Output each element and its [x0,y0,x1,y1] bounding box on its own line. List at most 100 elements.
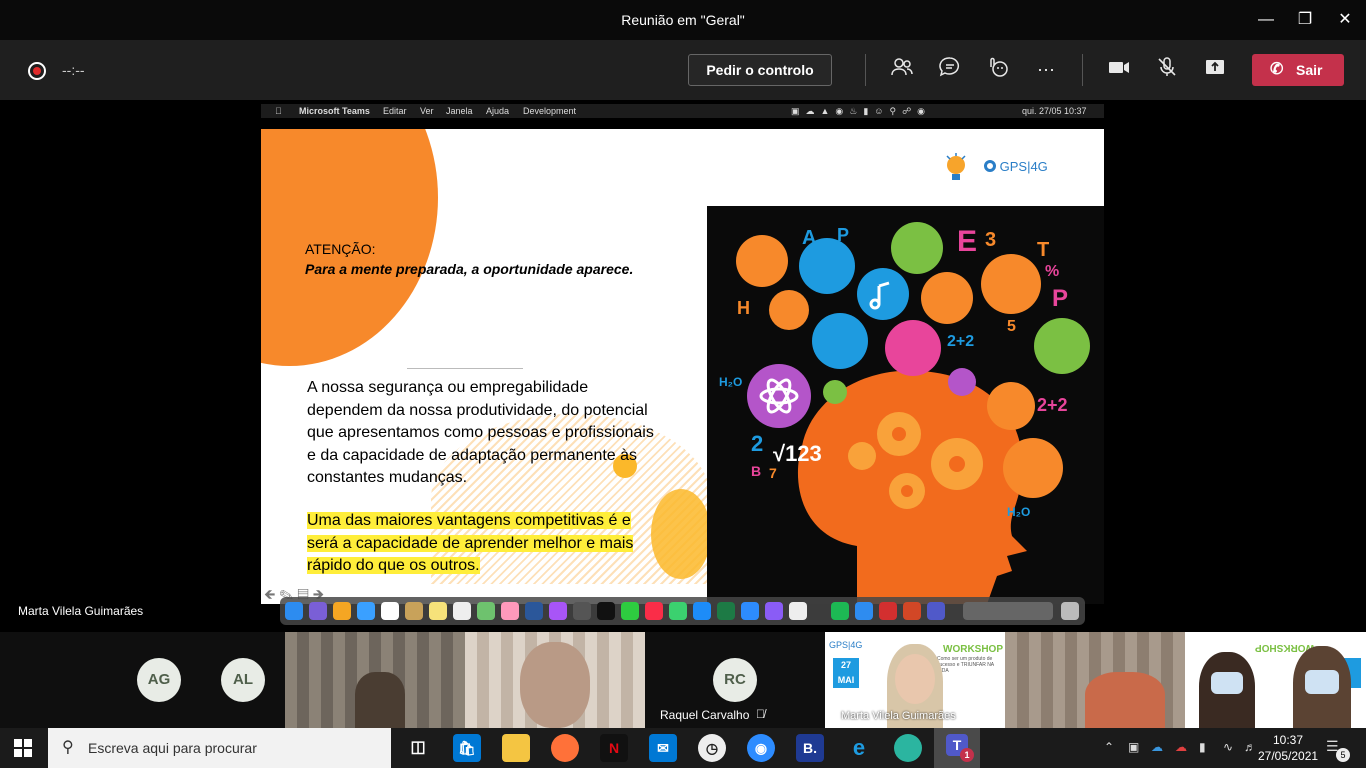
safari-icon[interactable] [855,602,873,620]
svg-text:P: P [1052,285,1068,312]
windows-start-icon[interactable] [14,739,32,757]
onedrive-icon[interactable]: ☁ [1151,740,1163,754]
music-icon[interactable] [645,602,663,620]
facetime-icon[interactable] [621,602,639,620]
teams-badge: 1 [960,748,974,762]
finder-icon[interactable] [285,602,303,620]
restore-icon[interactable]: ❐ [1292,8,1318,32]
wifi-icon[interactable]: ∿ [1223,740,1233,754]
leave-label: Sair [1296,62,1323,78]
presentation-slide: GPS|4G ATENÇÃO: Para a mente preparada, … [261,129,1104,604]
request-control-button[interactable]: Pedir o controlo [688,54,832,86]
launchpad-icon[interactable] [333,602,351,620]
zoom-icon[interactable]: ◉ [747,734,775,762]
minimize-icon[interactable]: — [1253,8,1279,32]
mac-menu-item[interactable]: Microsoft Teams [299,104,370,118]
system-icon[interactable] [573,602,591,620]
svg-text:P: P [837,225,849,245]
chat-icon[interactable] [936,56,964,84]
messages-icon[interactable] [669,602,687,620]
search-icon: ⚲ [62,739,74,756]
minimized-windows[interactable] [963,602,1053,620]
teams-taskbar-button[interactable]: T 1 [934,728,980,768]
siri-icon[interactable] [309,602,327,620]
app-store-icon[interactable] [693,602,711,620]
close-icon[interactable]: ✕ [1332,8,1358,32]
share-tray-icon[interactable] [1201,56,1229,84]
svg-text:H₂O: H₂O [1007,505,1030,519]
windows-taskbar: ⚲ Escreva aqui para procurar ◫ 🛍 N ✉ ◷ ◉… [0,728,1366,768]
participant-video-tile[interactable] [1005,632,1185,728]
notes-icon[interactable] [429,602,447,620]
edge-icon[interactable] [894,734,922,762]
clock-date: 27/05/2021 [1258,749,1319,763]
show-hidden-icons-icon[interactable]: ⌃ [1104,740,1114,754]
participant-video-tile[interactable] [465,632,645,728]
more-options-icon[interactable]: ⋯ [1032,56,1060,84]
excel-icon[interactable] [717,602,735,620]
b-app-icon[interactable]: B. [796,734,824,762]
svg-text:T: T [1037,239,1049,261]
apple-tv-icon[interactable] [597,602,615,620]
photos-icon[interactable] [501,602,519,620]
participant-video-tile[interactable] [285,632,465,728]
task-view-icon[interactable]: ◫ [404,734,432,762]
netflix-icon[interactable]: N [600,734,628,762]
reminders-icon[interactable] [453,602,471,620]
maps-icon[interactable] [477,602,495,620]
file-explorer-icon[interactable] [502,734,530,762]
acrobat-icon[interactable] [879,602,897,620]
participant-name: Marta Vilela Guimarães [841,710,956,722]
reactions-icon[interactable] [984,56,1012,84]
teams-icon[interactable] [927,602,945,620]
contacts-icon[interactable] [405,602,423,620]
mac-menu-item[interactable]: Development [523,104,576,118]
word-icon[interactable] [525,602,543,620]
participant-video-tile[interactable]: WORKSHOP [1185,632,1366,728]
avatar[interactable]: RC [713,658,757,702]
network-error-icon[interactable]: ☁ [1175,740,1187,754]
store-icon[interactable]: 🛍 [453,734,481,762]
participants-icon[interactable] [888,56,916,84]
alarms-clock-icon[interactable]: ◷ [698,734,726,762]
slide-quote: Para a mente preparada, a oportunidade a… [305,261,634,277]
participant-video-tile[interactable]: GPS|4G 27 MAI WORKSHOP Como ser um produ… [825,632,1005,728]
mac-menu-item[interactable]: Editar [383,104,407,118]
svg-text:H: H [737,298,750,318]
toolbar-divider [1082,54,1083,86]
mac-menu-bar:  Microsoft Teams Editar Ver Janela Ajud… [261,104,1104,118]
zoom-icon[interactable] [741,602,759,620]
taskbar-clock[interactable]: 10:37 27/05/2021 [1258,732,1318,764]
avatar[interactable]: AL [221,658,265,702]
internet-explorer-icon[interactable]: e [845,734,873,762]
volume-icon[interactable]: ♬ [1244,740,1256,754]
mac-menu-item[interactable]: Ajuda [486,104,509,118]
mic-muted-icon: 🎙̸ [756,707,765,721]
attention-label: ATENÇÃO: [305,241,376,257]
taskbar-search-box[interactable]: ⚲ Escreva aqui para procurar [48,728,391,768]
svg-text:2: 2 [751,431,763,456]
podcasts-icon[interactable] [549,602,567,620]
battery-icon[interactable]: ▮ [1199,740,1206,754]
trash-icon[interactable] [1061,602,1079,620]
mac-datetime: qui. 27/05 10:37 [1022,106,1087,116]
spotify-icon[interactable] [831,602,849,620]
camera-icon[interactable] [1105,56,1133,84]
mail-icon[interactable] [357,602,375,620]
mac-menu-item[interactable]: Ver [420,104,434,118]
clock-time: 10:37 [1272,733,1304,747]
mail-icon[interactable]: ✉ [649,734,677,762]
workshop-title: WORKSHOP [943,644,1003,655]
messenger-icon[interactable] [765,602,783,620]
leave-button[interactable]: ✆ Sair [1252,54,1344,86]
calendar-icon[interactable] [381,602,399,620]
avatar[interactable]: AG [137,658,181,702]
mac-menu-item[interactable]: Janela [446,104,473,118]
chrome-icon[interactable] [789,602,807,620]
meet-now-icon[interactable]: ▣ [1128,740,1139,754]
firefox-icon[interactable] [551,734,579,762]
hang-up-icon: ✆ [1270,61,1284,78]
powerpoint-icon[interactable] [903,602,921,620]
speaker-name: Marta Vilela Guimarães [18,604,144,618]
mic-muted-icon[interactable] [1153,56,1181,84]
